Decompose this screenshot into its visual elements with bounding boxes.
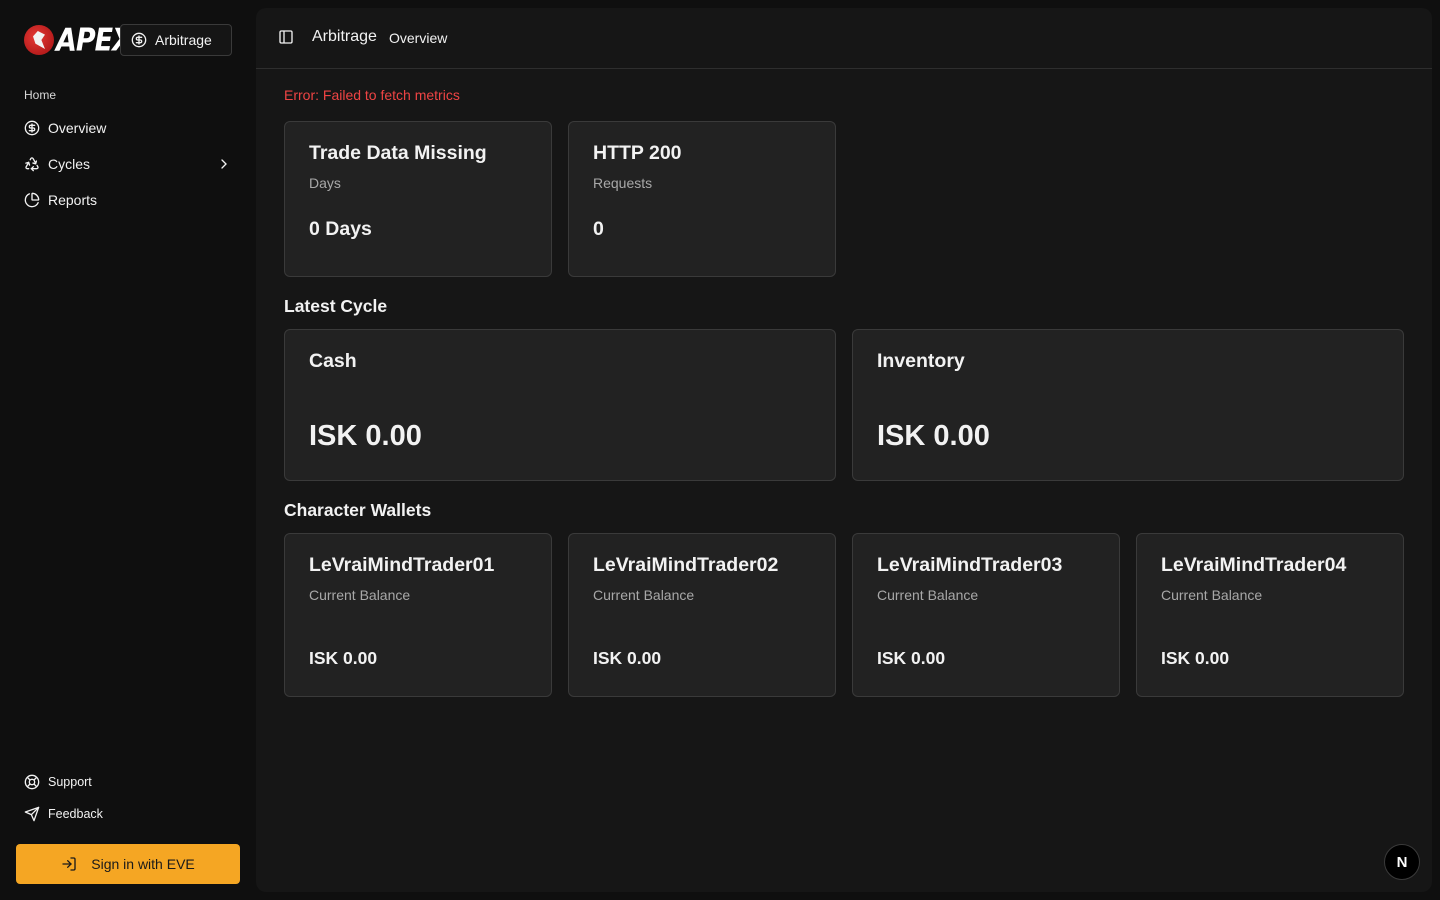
card-value: 0 bbox=[593, 218, 604, 240]
metric-card-http: HTTP 200 Requests 0 bbox=[568, 121, 836, 277]
support-link[interactable]: Support bbox=[16, 768, 240, 796]
wallet-card: LeVraiMindTrader04 Current Balance ISK 0… bbox=[1136, 533, 1404, 697]
sign-in-label: Sign in with EVE bbox=[91, 856, 195, 872]
sidebar-item-label: Reports bbox=[48, 192, 98, 208]
wallet-name: LeVraiMindTrader04 bbox=[1161, 554, 1347, 576]
top-bar: Arbitrage Overview bbox=[256, 8, 1432, 69]
feedback-link[interactable]: Feedback bbox=[16, 800, 240, 828]
dollar-circle-icon bbox=[131, 32, 147, 48]
wallet-card: LeVraiMindTrader01 Current Balance ISK 0… bbox=[284, 533, 552, 697]
cycle-card-inventory: Inventory ISK 0.00 bbox=[852, 329, 1404, 481]
sidebar-item-label: Overview bbox=[48, 120, 107, 136]
card-subtitle: Current Balance bbox=[309, 587, 411, 603]
sidebar: APEX Arbitrage Home Overview Cycles Repo… bbox=[0, 0, 256, 900]
main-panel: Arbitrage Overview Error: Failed to fetc… bbox=[256, 8, 1432, 892]
dev-tools-badge[interactable]: N bbox=[1384, 844, 1420, 880]
card-value: ISK 0.00 bbox=[593, 648, 662, 668]
card-title: Cash bbox=[309, 350, 357, 372]
card-title: Inventory bbox=[877, 350, 965, 372]
breadcrumb-module[interactable]: Arbitrage bbox=[312, 28, 377, 46]
feedback-label: Feedback bbox=[48, 807, 103, 821]
dollar-circle-icon bbox=[24, 120, 40, 136]
sidebar-item-reports[interactable]: Reports bbox=[16, 184, 240, 216]
module-switcher-label: Arbitrage bbox=[155, 32, 212, 48]
card-value: ISK 0.00 bbox=[877, 420, 990, 452]
card-title: Trade Data Missing bbox=[309, 142, 487, 164]
card-value: ISK 0.00 bbox=[877, 648, 946, 668]
card-value: ISK 0.00 bbox=[309, 420, 422, 452]
card-title: HTTP 200 bbox=[593, 142, 682, 164]
wallet-card: LeVraiMindTrader02 Current Balance ISK 0… bbox=[568, 533, 836, 697]
card-subtitle: Current Balance bbox=[877, 587, 979, 603]
recycle-icon bbox=[24, 156, 40, 172]
cycle-card-cash: Cash ISK 0.00 bbox=[284, 329, 836, 481]
log-in-icon bbox=[61, 856, 77, 872]
brand: APEX bbox=[24, 22, 133, 58]
card-value: ISK 0.00 bbox=[309, 648, 378, 668]
metric-card-trade-data: Trade Data Missing Days 0 Days bbox=[284, 121, 552, 277]
sidebar-item-label: Cycles bbox=[48, 156, 91, 172]
sidebar-item-cycles[interactable]: Cycles bbox=[16, 148, 240, 180]
card-subtitle: Requests bbox=[593, 175, 653, 191]
send-icon bbox=[24, 806, 40, 822]
sidebar-toggle-icon[interactable] bbox=[278, 29, 294, 45]
card-subtitle: Current Balance bbox=[593, 587, 695, 603]
card-value: 0 Days bbox=[309, 218, 372, 240]
logo-mark-icon bbox=[24, 25, 54, 55]
breadcrumb-page: Overview bbox=[389, 30, 448, 46]
card-subtitle: Current Balance bbox=[1161, 587, 1263, 603]
section-title-wallets: Character Wallets bbox=[284, 500, 432, 520]
lifebuoy-icon bbox=[24, 774, 40, 790]
wallet-card: LeVraiMindTrader03 Current Balance ISK 0… bbox=[852, 533, 1120, 697]
chevron-right-icon bbox=[216, 156, 232, 172]
card-value: ISK 0.00 bbox=[1161, 648, 1230, 668]
support-label: Support bbox=[48, 775, 92, 789]
card-subtitle: Days bbox=[309, 175, 341, 191]
pie-chart-icon bbox=[24, 192, 40, 208]
section-title-latest-cycle: Latest Cycle bbox=[284, 296, 388, 316]
module-switcher-button[interactable]: Arbitrage bbox=[120, 24, 232, 56]
wallet-name: LeVraiMindTrader02 bbox=[593, 554, 779, 576]
apex-logo[interactable]: APEX bbox=[24, 22, 133, 58]
sign-in-button[interactable]: Sign in with EVE bbox=[16, 844, 240, 884]
error-message: Error: Failed to fetch metrics bbox=[284, 87, 460, 103]
wallet-name: LeVraiMindTrader01 bbox=[309, 554, 495, 576]
nav-group-label: Home bbox=[24, 88, 57, 102]
wallet-name: LeVraiMindTrader03 bbox=[877, 554, 1063, 576]
sidebar-item-overview[interactable]: Overview bbox=[16, 112, 240, 144]
